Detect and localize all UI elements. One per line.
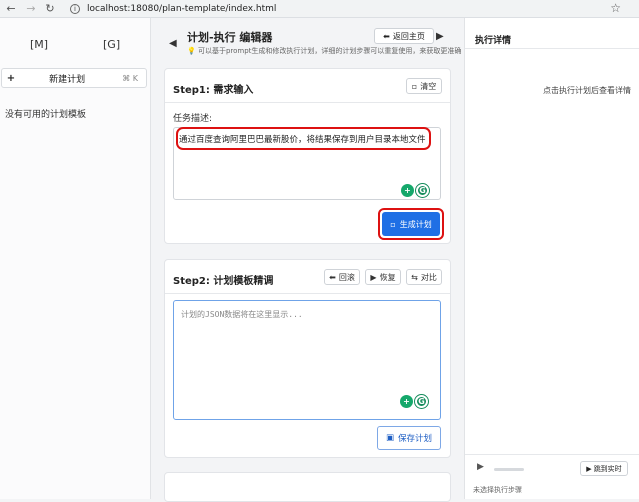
new-plan-label: 新建计划 bbox=[20, 72, 114, 85]
generate-icon: ▫ bbox=[390, 220, 395, 229]
hint-text: 💡 可以基于prompt生成和修改执行计划，详细的计划步骤可以重复使用，来获取更… bbox=[187, 46, 463, 56]
editor-panel: ◀ 计划-执行 编辑器 ⬅ 返回主页 ▶ 💡 可以基于prompt生成和修改执行… bbox=[152, 18, 463, 499]
compare-button[interactable]: ⇆ 对比 bbox=[406, 269, 442, 285]
assistant-icon[interactable]: + bbox=[401, 184, 414, 197]
jump-to-live-button[interactable]: ▶ 跳到实时 bbox=[580, 461, 628, 476]
jump-label: 跳到实时 bbox=[594, 464, 622, 474]
back-icon[interactable]: ← bbox=[3, 1, 19, 17]
step2-card: Step2: 计划模板精调 ⬅ 回滚 ▶ 恢复 ⇆ 对比 计划的JSON数据将在… bbox=[164, 259, 451, 458]
m-toggle[interactable]: [M] bbox=[30, 38, 48, 51]
site-info-icon[interactable]: i bbox=[70, 4, 80, 14]
assistant-icon[interactable]: + bbox=[400, 395, 413, 408]
generate-plan-button[interactable]: ▫ 生成计划 bbox=[382, 212, 440, 236]
browser-toolbar: ← → ↻ i localhost:18080/plan-template/in… bbox=[0, 0, 639, 18]
left-sidebar: [M] [G] + 新建计划 ⌘ K 没有可用的计划模板 bbox=[0, 18, 151, 499]
jump-icon: ▶ bbox=[586, 465, 591, 473]
restore-button[interactable]: ▶ 恢复 bbox=[365, 269, 401, 285]
task-label: 任务描述: bbox=[173, 111, 212, 124]
g-toggle[interactable]: [G] bbox=[103, 38, 120, 51]
save-plan-button[interactable]: ▣ 保存计划 bbox=[377, 426, 441, 450]
details-empty-text: 点击执行计划后查看详情 bbox=[543, 85, 631, 96]
reload-icon[interactable]: ↻ bbox=[42, 1, 58, 17]
step2-title: Step2: 计划模板精调 bbox=[173, 272, 273, 287]
clear-button[interactable]: ▫ 清空 bbox=[406, 78, 442, 94]
details-title: 执行详情 bbox=[475, 33, 511, 46]
play-icon[interactable]: ▶ bbox=[477, 462, 484, 472]
rollback-label: 回滚 bbox=[339, 272, 355, 283]
save-plan-label: 保存计划 bbox=[398, 432, 432, 444]
clear-icon: ▫ bbox=[412, 82, 417, 91]
empty-template-text: 没有可用的计划模板 bbox=[5, 107, 86, 120]
plan-json-editor[interactable]: 计划的JSON数据将在这里显示... + G bbox=[173, 300, 441, 420]
task-input-value: 通过百度查询阿里巴巴最新股价，将结果保存到用户目录本地文件 bbox=[179, 133, 426, 145]
restore-icon: ▶ bbox=[370, 273, 376, 282]
save-icon: ▣ bbox=[386, 433, 394, 443]
back-home-button[interactable]: ⬅ 返回主页 bbox=[374, 28, 434, 44]
divider bbox=[165, 293, 450, 294]
back-home-label: 返回主页 bbox=[393, 31, 425, 42]
forward-icon[interactable]: → bbox=[23, 1, 39, 17]
compare-label: 对比 bbox=[421, 272, 437, 283]
collapse-right-icon[interactable]: ▶ bbox=[436, 31, 444, 42]
restore-label: 恢复 bbox=[380, 272, 396, 283]
step3-card bbox=[164, 472, 451, 502]
grammarly-icon[interactable]: G bbox=[415, 395, 428, 408]
divider bbox=[165, 102, 450, 103]
step1-title: Step1: 需求输入 bbox=[173, 81, 253, 96]
url-text: localhost:18080/plan-template/index.html bbox=[87, 4, 276, 14]
compare-icon: ⇆ bbox=[411, 273, 418, 282]
progress-slider[interactable] bbox=[494, 468, 524, 471]
divider bbox=[465, 454, 639, 455]
plus-icon: + bbox=[2, 73, 20, 84]
shortcut-hint: ⌘ K bbox=[122, 74, 138, 83]
star-icon[interactable]: ☆ bbox=[610, 1, 621, 15]
divider bbox=[465, 48, 639, 49]
address-bar[interactable]: i localhost:18080/plan-template/index.ht… bbox=[70, 1, 276, 17]
task-input[interactable]: 通过百度查询阿里巴巴最新股价，将结果保存到用户目录本地文件 + G bbox=[173, 127, 441, 200]
generate-highlight: ▫ 生成计划 bbox=[378, 208, 444, 240]
step1-card: Step1: 需求输入 ▫ 清空 任务描述: 通过百度查询阿里巴巴最新股价，将结… bbox=[164, 68, 451, 244]
new-plan-button[interactable]: + 新建计划 ⌘ K bbox=[1, 68, 147, 88]
generate-label: 生成计划 bbox=[400, 219, 432, 230]
json-placeholder: 计划的JSON数据将在这里显示... bbox=[181, 309, 303, 320]
execution-details-panel: 执行详情 点击执行计划后查看详情 ▶ ▶ 跳到实时 未选择执行步骤 bbox=[464, 18, 639, 499]
step-status-text: 未选择执行步骤 bbox=[473, 485, 522, 495]
collapse-left-icon[interactable]: ◀ bbox=[169, 38, 177, 49]
back-arrow-icon: ⬅ bbox=[383, 32, 390, 41]
page-title: 计划-执行 编辑器 bbox=[187, 29, 272, 45]
grammarly-icon[interactable]: G bbox=[416, 184, 429, 197]
clear-label: 清空 bbox=[420, 81, 436, 92]
rollback-icon: ⬅ bbox=[329, 273, 336, 282]
rollback-button[interactable]: ⬅ 回滚 bbox=[324, 269, 360, 285]
